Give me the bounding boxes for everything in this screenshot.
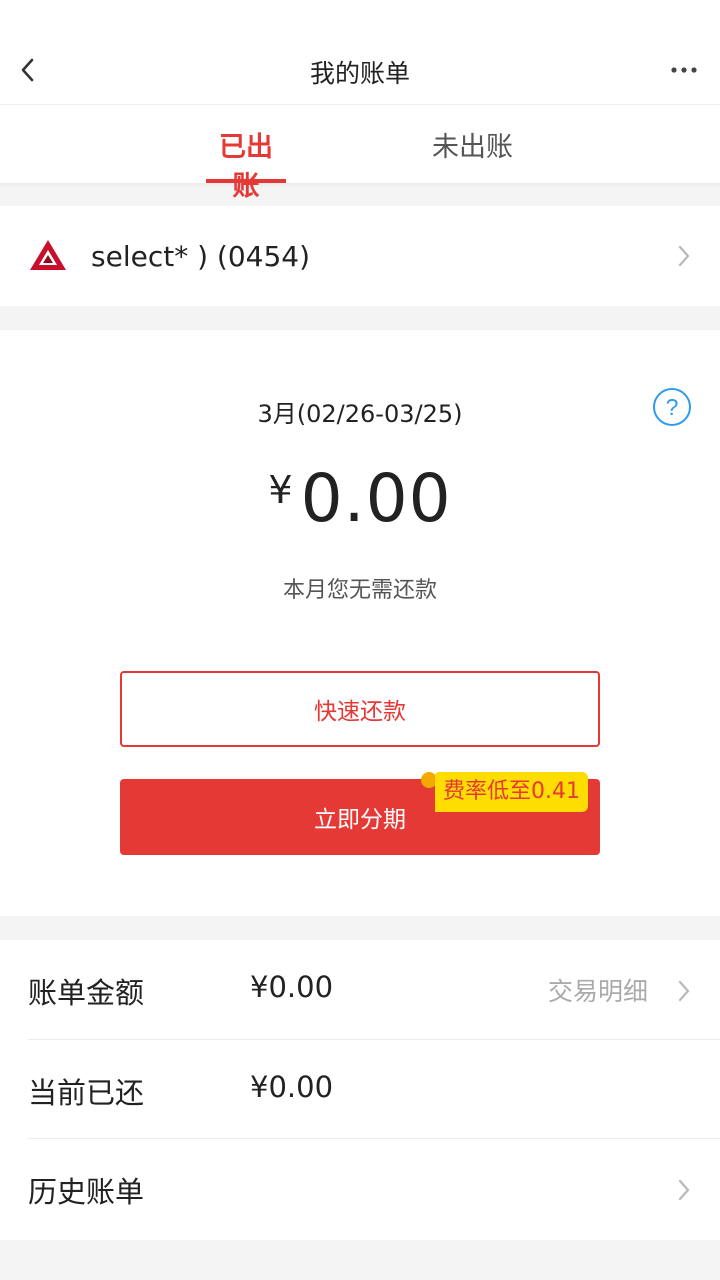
detail-label: 历史账单 <box>28 1175 145 1209</box>
amount-value: 0.00 <box>300 460 452 537</box>
bank-logo-icon <box>30 240 66 270</box>
bill-tabs: 已出账 未出账 <box>0 104 720 202</box>
detail-label: 当前已还 <box>28 1076 145 1110</box>
detail-row-bill-amount[interactable]: 账单金额 ¥0.00 交易明细 <box>0 940 720 1040</box>
chevron-right-icon <box>678 245 690 267</box>
detail-label: 账单金额 <box>28 976 145 1010</box>
detail-row-history[interactable]: 历史账单 <box>0 1139 720 1239</box>
bill-period: 3月(02/26-03/25) <box>257 400 463 428</box>
quick-repay-button[interactable]: 快速还款 <box>120 671 600 747</box>
detail-value: ¥0.00 <box>250 970 334 1004</box>
tab-billed[interactable]: 已出账 <box>206 125 286 203</box>
detail-value: ¥0.00 <box>250 1070 334 1104</box>
promo-badge: 费率低至0.41 <box>435 772 588 812</box>
bill-summary: 3月(02/26-03/25) ? ¥0.00 本月您无需还款 快速还款 立即分… <box>0 330 720 916</box>
tab-unbilled[interactable]: 未出账 <box>432 125 513 164</box>
repay-note: 本月您无需还款 <box>282 578 437 603</box>
page-title: 我的账单 <box>309 59 410 88</box>
chevron-right-icon <box>678 1179 690 1201</box>
detail-row-repaid: 当前已还 ¥0.00 <box>0 1040 720 1140</box>
more-horizontal-icon[interactable] <box>670 58 698 82</box>
bill-amount: ¥0.00 <box>0 460 720 537</box>
transaction-details-link[interactable]: 交易明细 <box>548 972 648 1008</box>
card-selector[interactable]: select* ) (0454) <box>0 206 720 306</box>
bill-details: 账单金额 ¥0.00 交易明细 当前已还 ¥0.00 历史账单 <box>0 940 720 1240</box>
currency-symbol: ¥ <box>268 468 293 512</box>
card-name: select* ) (0454) <box>91 240 311 273</box>
help-icon[interactable]: ? <box>652 387 692 427</box>
active-tab-indicator <box>206 179 286 183</box>
chevron-right-icon <box>678 980 690 1002</box>
svg-text:?: ? <box>666 394 679 420</box>
nav-bar: 我的账单 <box>0 0 720 104</box>
